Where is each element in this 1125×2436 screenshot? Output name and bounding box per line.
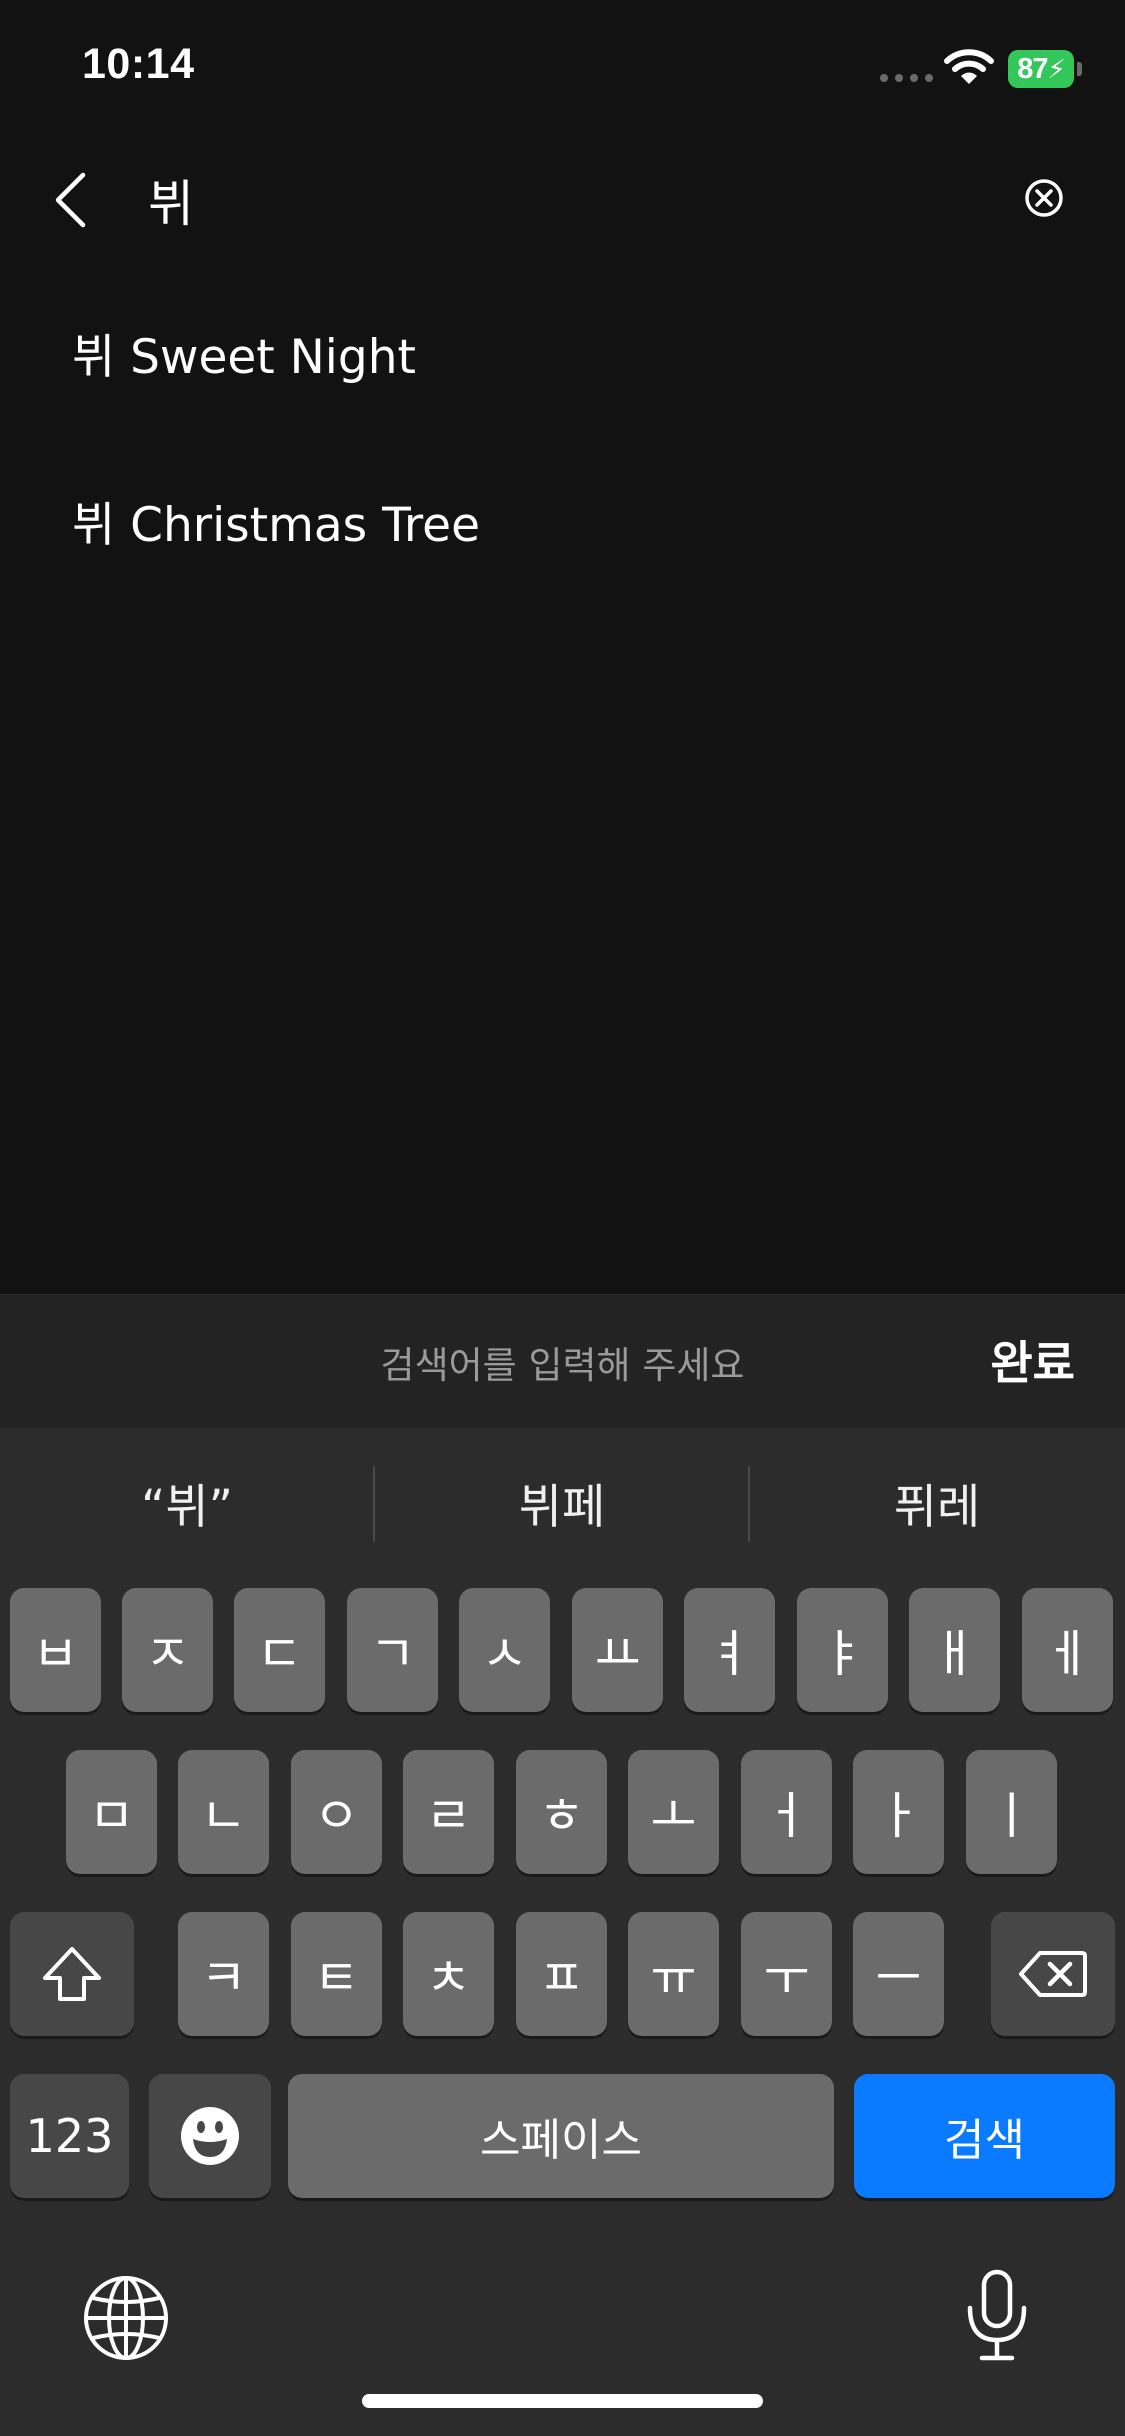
- wifi-icon: [944, 49, 994, 84]
- prediction-item[interactable]: “뷔”: [0, 1468, 374, 1537]
- key[interactable]: ㅇ: [291, 1750, 382, 1874]
- key[interactable]: ㅈ: [122, 1588, 213, 1712]
- shift-key[interactable]: [10, 1912, 134, 2036]
- prediction-bar: “뷔” 뷔페 퓌레: [0, 1428, 1125, 1578]
- key[interactable]: ㅜ: [741, 1912, 832, 2036]
- battery-cap: [1077, 62, 1082, 76]
- status-time: 10:14: [82, 40, 195, 88]
- clear-circle-x-icon: [1025, 179, 1063, 217]
- key[interactable]: ㄹ: [403, 1750, 494, 1874]
- home-indicator[interactable]: [362, 2394, 763, 2408]
- back-button[interactable]: [40, 160, 100, 240]
- prediction-item[interactable]: 퓌레: [750, 1468, 1124, 1537]
- key[interactable]: ㅏ: [853, 1750, 944, 1874]
- search-input[interactable]: 뷔: [148, 164, 194, 236]
- battery-indicator: 87 ⚡: [1008, 50, 1074, 88]
- done-button[interactable]: 완료: [990, 1327, 1075, 1393]
- key[interactable]: ㅡ: [853, 1912, 944, 2036]
- keyboard-accessory-bar: 검색어를 입력해 주세요 완료: [0, 1294, 1125, 1429]
- back-chevron-icon: [55, 172, 86, 228]
- space-key[interactable]: 스페이스: [288, 2074, 834, 2198]
- key[interactable]: ㅅ: [459, 1588, 550, 1712]
- key[interactable]: ㅂ: [10, 1588, 101, 1712]
- key[interactable]: ㅠ: [628, 1912, 719, 2036]
- clear-search-button[interactable]: [1018, 172, 1070, 224]
- key[interactable]: ㅐ: [909, 1588, 1000, 1712]
- key[interactable]: ㅛ: [572, 1588, 663, 1712]
- prediction-item[interactable]: 뷔페: [375, 1468, 749, 1537]
- key[interactable]: ㅣ: [966, 1750, 1057, 1874]
- numbers-key[interactable]: 123: [10, 2074, 129, 2198]
- key[interactable]: ㅊ: [403, 1912, 494, 2036]
- key[interactable]: ㄴ: [178, 1750, 269, 1874]
- emoji-icon: [181, 2107, 239, 2165]
- key[interactable]: ㅗ: [628, 1750, 719, 1874]
- key[interactable]: ㅋ: [178, 1912, 269, 2036]
- globe-icon[interactable]: [80, 2272, 172, 2364]
- cellular-signal-icon: [880, 74, 933, 82]
- microphone-icon[interactable]: [962, 2268, 1032, 2364]
- key[interactable]: ㅍ: [516, 1912, 607, 2036]
- battery-level: 87: [1017, 52, 1048, 85]
- search-hint-text: 검색어를 입력해 주세요: [380, 1344, 745, 1387]
- key[interactable]: ㅔ: [1022, 1588, 1113, 1712]
- key[interactable]: ㅁ: [66, 1750, 157, 1874]
- key[interactable]: ㅌ: [291, 1912, 382, 2036]
- suggestion-item[interactable]: 뷔 Christmas Tree: [72, 486, 480, 555]
- key[interactable]: ㅓ: [741, 1750, 832, 1874]
- search-key[interactable]: 검색: [854, 2074, 1115, 2198]
- key[interactable]: ㅎ: [516, 1750, 607, 1874]
- backspace-key[interactable]: [991, 1912, 1115, 2036]
- suggestion-item[interactable]: 뷔 Sweet Night: [72, 318, 416, 387]
- key[interactable]: ㄱ: [347, 1588, 438, 1712]
- backspace-icon: [1019, 1951, 1087, 1997]
- key[interactable]: ㄷ: [234, 1588, 325, 1712]
- search-screen: 10:14 87 ⚡ 뷔 뷔 Sweet Night 뷔 Christmas Tr…: [0, 0, 1125, 2436]
- shift-arrow-icon: [43, 1947, 101, 2001]
- emoji-key[interactable]: [149, 2074, 271, 2198]
- key[interactable]: ㅕ: [684, 1588, 775, 1712]
- key[interactable]: ㅑ: [797, 1588, 888, 1712]
